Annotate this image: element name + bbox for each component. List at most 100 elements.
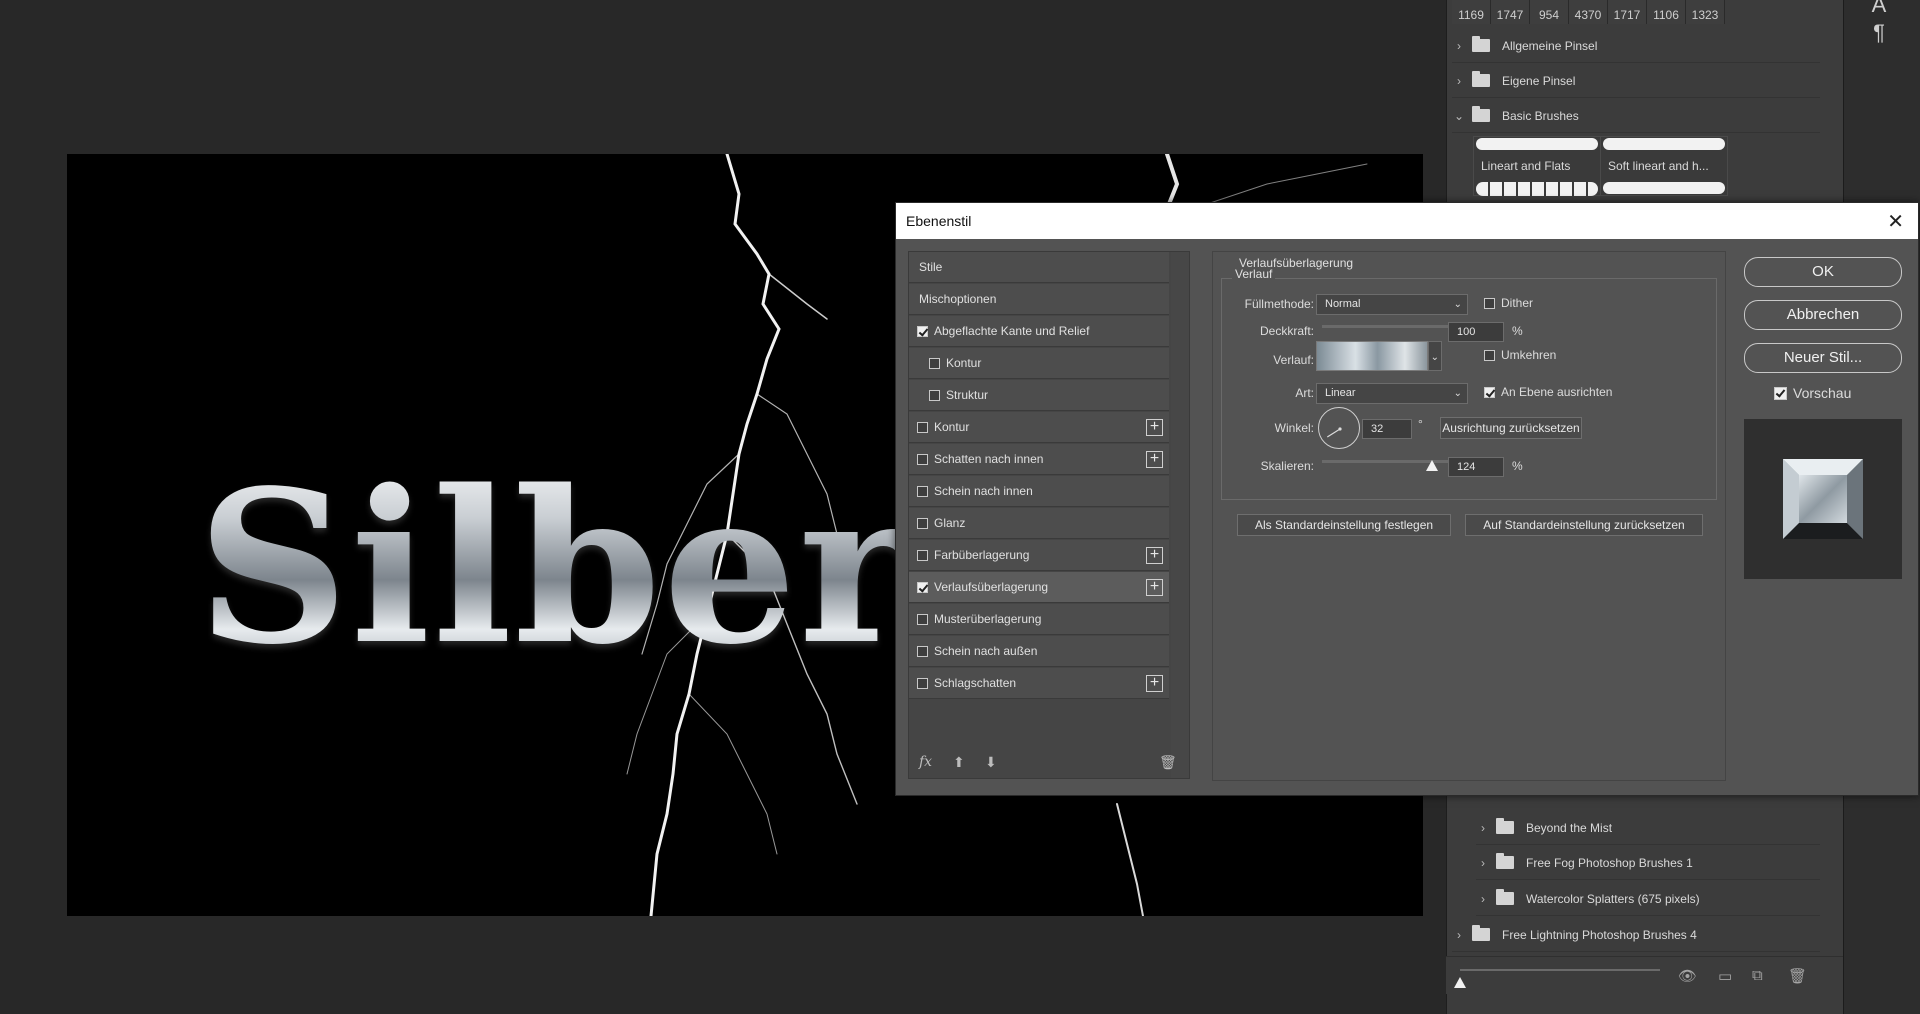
chevron-right-icon[interactable]: › xyxy=(1476,821,1490,835)
brush-size-cell[interactable]: 954 xyxy=(1530,0,1569,24)
folder-label: Beyond the Mist xyxy=(1526,820,1613,835)
checkbox[interactable] xyxy=(929,357,940,369)
checkbox[interactable] xyxy=(917,645,928,657)
styles-scrollbar[interactable] xyxy=(1171,252,1189,778)
checkbox[interactable] xyxy=(917,677,928,689)
angle-input[interactable]: 32 xyxy=(1362,419,1412,439)
character-icon[interactable]: A xyxy=(1864,0,1894,18)
gradient-dropdown[interactable]: ⌄ xyxy=(1428,341,1442,371)
checkbox-checked[interactable] xyxy=(917,325,928,337)
blend-options-item[interactable]: Mischoptionen xyxy=(909,284,1169,315)
style-item-color-overlay[interactable]: Farbüberlagerung + xyxy=(909,540,1169,571)
brush-size-cell[interactable]: 1169 xyxy=(1452,0,1491,24)
ok-button[interactable]: OK xyxy=(1744,257,1902,287)
checkbox[interactable] xyxy=(1484,349,1495,361)
folder-row-basic[interactable]: ⌄ Basic Brushes xyxy=(1452,99,1820,133)
style-item-stroke[interactable]: Kontur + xyxy=(909,412,1169,443)
trash-icon[interactable]: 🗑 xyxy=(1159,754,1177,771)
style-item-bevel-contour[interactable]: Kontur xyxy=(909,348,1169,379)
brush-size-cell[interactable]: 1717 xyxy=(1608,0,1647,24)
folder-label: Free Lightning Photoshop Brushes 4 xyxy=(1502,927,1697,942)
fx-icon[interactable]: fx xyxy=(919,754,932,770)
scale-input[interactable]: 124 xyxy=(1448,457,1504,477)
scale-label: Skalieren: xyxy=(1260,459,1314,473)
style-item-texture[interactable]: Struktur xyxy=(909,380,1169,411)
checkbox-checked[interactable] xyxy=(1774,386,1787,400)
chevron-right-icon[interactable]: › xyxy=(1452,928,1466,942)
add-icon[interactable]: + xyxy=(1146,419,1163,436)
add-icon[interactable]: + xyxy=(1146,547,1163,564)
cancel-button[interactable]: Abbrechen xyxy=(1744,300,1902,330)
style-item-inner-shadow[interactable]: Schatten nach innen + xyxy=(909,444,1169,475)
paragraph-icon[interactable]: ¶ xyxy=(1864,20,1894,46)
preview-option[interactable]: Vorschau xyxy=(1774,385,1851,401)
folder-row-allgemeine[interactable]: › Allgemeine Pinsel xyxy=(1452,29,1820,63)
folder-row-lightning[interactable]: › Free Lightning Photoshop Brushes 4 xyxy=(1452,918,1820,952)
brush-size-slider[interactable] xyxy=(1460,969,1660,971)
brush-size-cell[interactable]: 1106 xyxy=(1647,0,1686,24)
set-default-button[interactable]: Als Standardeinstellung festlegen xyxy=(1237,514,1451,536)
photoshop-window: Silber 1169 1747 954 4370 1717 1106 1323… xyxy=(0,0,1920,1014)
close-icon[interactable]: ✕ xyxy=(1887,209,1904,234)
chevron-right-icon[interactable]: › xyxy=(1452,39,1466,53)
checkbox[interactable] xyxy=(917,517,928,529)
opacity-input[interactable]: 100 xyxy=(1448,322,1504,342)
style-label: Kontur xyxy=(934,420,970,434)
gradient-swatch[interactable] xyxy=(1316,341,1428,371)
move-up-icon[interactable]: ⬆ xyxy=(953,754,965,771)
reset-default-button[interactable]: Auf Standardeinstellung zurücksetzen xyxy=(1465,514,1703,536)
checkbox[interactable] xyxy=(917,613,928,625)
eye-icon[interactable]: 👁 xyxy=(1678,967,1697,985)
slider-thumb[interactable] xyxy=(1454,977,1466,988)
checkbox[interactable] xyxy=(1484,297,1495,309)
style-item-drop-shadow[interactable]: Schlagschatten + xyxy=(909,668,1169,699)
checkbox[interactable] xyxy=(917,421,928,433)
style-item-bevel[interactable]: Abgeflachte Kante und Relief xyxy=(909,316,1169,347)
folder-icon[interactable]: ▭ xyxy=(1718,967,1732,985)
brush-size-cell[interactable]: 1323 xyxy=(1686,0,1725,24)
checkbox[interactable] xyxy=(929,389,940,401)
style-item-satin[interactable]: Glanz xyxy=(909,508,1169,539)
folder-row-eigene[interactable]: › Eigene Pinsel xyxy=(1452,64,1820,98)
brush-size-cell[interactable]: 4370 xyxy=(1569,0,1608,24)
reset-alignment-button[interactable]: Ausrichtung zurücksetzen xyxy=(1440,417,1582,439)
brush-size-cell[interactable]: 1747 xyxy=(1491,0,1530,24)
checkbox[interactable] xyxy=(917,485,928,497)
styles-heading[interactable]: Stile xyxy=(909,252,1169,283)
checkbox-checked[interactable] xyxy=(1484,386,1495,398)
chevron-right-icon[interactable]: › xyxy=(1452,74,1466,88)
trash-icon[interactable]: 🗑 xyxy=(1788,967,1807,985)
checkbox[interactable] xyxy=(917,549,928,561)
angle-dial-needle xyxy=(1326,427,1342,438)
angle-dial[interactable] xyxy=(1318,407,1360,449)
scale-slider[interactable] xyxy=(1322,460,1460,463)
add-icon[interactable]: + xyxy=(1146,579,1163,596)
folder-row-fog[interactable]: › Free Fog Photoshop Brushes 1 xyxy=(1476,846,1820,880)
style-item-pattern-overlay[interactable]: Musterüberlagerung xyxy=(909,604,1169,635)
new-brush-icon[interactable]: ⧉ xyxy=(1752,967,1763,984)
checkbox[interactable] xyxy=(917,453,928,465)
chevron-down-icon[interactable]: ⌄ xyxy=(1452,109,1466,123)
style-item-inner-glow[interactable]: Schein nach innen xyxy=(909,476,1169,507)
align-layer-option[interactable]: An Ebene ausrichten xyxy=(1484,385,1612,399)
move-down-icon[interactable]: ⬇ xyxy=(985,754,997,771)
folder-row-beyond-mist[interactable]: › Beyond the Mist xyxy=(1476,811,1820,845)
chevron-right-icon[interactable]: › xyxy=(1476,856,1490,870)
style-item-outer-glow[interactable]: Schein nach außen xyxy=(909,636,1169,667)
chevron-right-icon[interactable]: › xyxy=(1476,892,1490,906)
brush-stroke-preview xyxy=(1476,138,1598,150)
dither-option[interactable]: Dither xyxy=(1484,296,1533,310)
slider-thumb[interactable] xyxy=(1426,460,1439,471)
dialog-titlebar[interactable]: Ebenenstil ✕ xyxy=(896,203,1918,239)
add-icon[interactable]: + xyxy=(1146,451,1163,468)
checkbox-checked[interactable] xyxy=(917,581,928,593)
folder-row-watercolor[interactable]: › Watercolor Splatters (675 pixels) xyxy=(1476,882,1820,916)
reverse-option[interactable]: Umkehren xyxy=(1484,348,1556,362)
add-icon[interactable]: + xyxy=(1146,675,1163,692)
preview-label: Vorschau xyxy=(1793,385,1852,401)
new-style-button[interactable]: Neuer Stil... xyxy=(1744,343,1902,373)
style-item-gradient-overlay[interactable]: Verlaufsüberlagerung + xyxy=(909,572,1169,603)
opacity-slider[interactable] xyxy=(1322,325,1460,328)
style-type-select[interactable]: Linear ⌄ xyxy=(1316,383,1468,404)
blend-mode-select[interactable]: Normal ⌄ xyxy=(1316,294,1468,315)
